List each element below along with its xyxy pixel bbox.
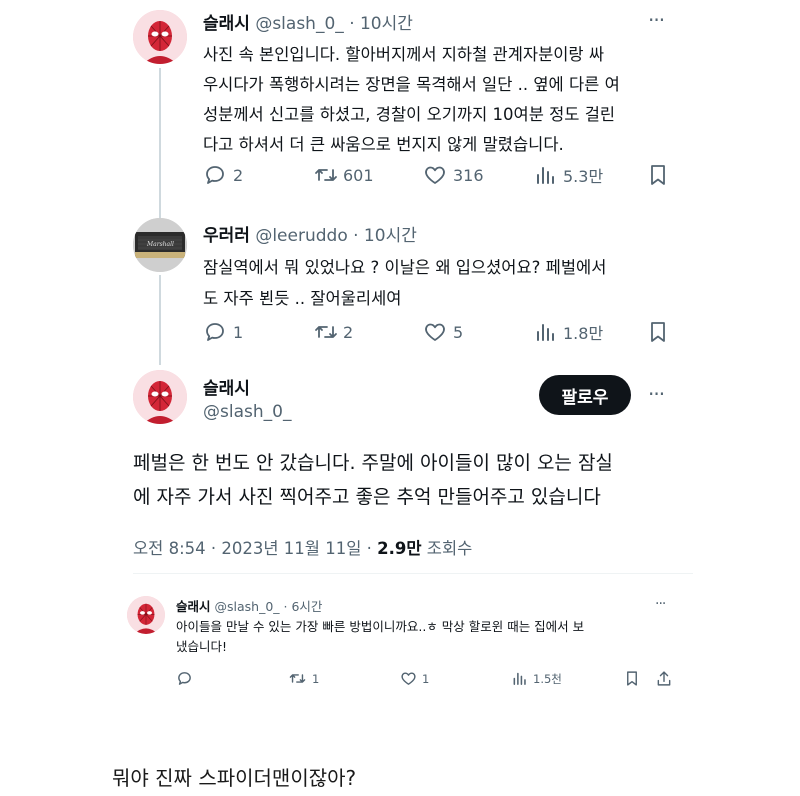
heart-icon [425, 166, 445, 184]
heart-icon [425, 323, 445, 341]
share-button[interactable] [656, 670, 672, 687]
tweet-time[interactable]: · 6시간 [284, 599, 323, 614]
bookmark-icon [627, 671, 637, 686]
more-icon[interactable]: ··· [648, 382, 665, 406]
action-bar: 2 601 316 5.3만 [203, 163, 673, 189]
more-icon[interactable]: ··· [648, 8, 665, 32]
tweet-header: 우러러 @leeruddo · 10시간 [203, 221, 417, 246]
views-button[interactable]: 1.5천 [512, 670, 562, 687]
views-icon [537, 324, 554, 341]
avatar[interactable] [127, 596, 165, 634]
avatar[interactable]: Marshall [133, 218, 187, 272]
tweet-time[interactable]: · 10시간 [349, 14, 413, 34]
tweet-header: 슬래시 @slash_0_ · 6시간 [176, 596, 322, 615]
retweet-count: 1 [312, 671, 320, 686]
tweet-time[interactable]: · 10시간 [353, 226, 417, 246]
more-icon[interactable]: ··· [655, 596, 666, 612]
heart-icon [401, 672, 416, 685]
retweet-button[interactable]: 2 [313, 320, 353, 344]
author-name[interactable]: 슬래시 [176, 599, 211, 614]
views-icon [513, 672, 526, 685]
like-button[interactable]: 1 [400, 670, 429, 687]
views-button[interactable]: 1.8만 [535, 320, 603, 344]
views-icon [537, 167, 554, 184]
tweet-body: 잠실역에서 뭐 있었나요 ? 이날은 왜 입으셨어요? 페벌에서 도 자주 뵌듯… [203, 252, 606, 314]
reply-button[interactable] [176, 670, 193, 687]
spiderman-avatar-icon [133, 370, 187, 424]
author-name[interactable]: 슬래시 [203, 374, 250, 399]
tweet-line: 다고 하셔서 더 큰 싸움으로 번지지 않게 말렸습니다. [203, 135, 564, 154]
reply-button[interactable]: 2 [203, 163, 243, 187]
tweet-header: 슬래시 @slash_0_ · 10시간 [203, 9, 413, 34]
caption: 뭐야 진짜 스파이더맨이잖아? [112, 766, 357, 790]
retweet-button[interactable]: 601 [313, 163, 374, 187]
tweet-timestamp[interactable]: 오전 8:54 · 2023년 11월 11일 · [133, 539, 377, 558]
like-button[interactable]: 316 [423, 163, 484, 187]
reply-button[interactable]: 1 [203, 320, 243, 344]
like-count: 5 [453, 322, 464, 342]
bookmark-button[interactable] [647, 163, 669, 187]
views-count: 1.5천 [533, 671, 562, 686]
svg-text:Marshall: Marshall [146, 241, 174, 248]
view-label: 조회수 [421, 539, 473, 558]
thread-line [159, 275, 161, 365]
tweet-line: 페벌은 한 번도 안 갔습니다. 주말에 아이들이 많이 오는 잠실 [133, 452, 613, 474]
views-count: 5.3만 [563, 167, 604, 186]
author-handle[interactable]: @slash_0_ [215, 599, 280, 614]
like-count: 1 [422, 671, 430, 686]
share-icon [657, 671, 671, 686]
retweet-icon [315, 326, 337, 338]
retweet-button[interactable]: 1 [288, 670, 319, 687]
tweet-body: 아이들을 만날 수 있는 가장 빠른 방법이니까요..ㅎ 막상 할로윈 때는 집… [176, 617, 584, 657]
author-handle[interactable]: @slash_0_ [203, 402, 291, 422]
follow-button[interactable]: 팔로우 [539, 375, 631, 415]
retweet-icon [315, 169, 337, 181]
views-button[interactable]: 5.3만 [535, 163, 603, 187]
tweet-body: 사진 속 본인입니다. 할아버지께서 지하철 관계자분이랑 싸 우시다가 폭행하… [203, 40, 620, 160]
tweet-line: 잠실역에서 뭐 있었나요 ? 이날은 왜 입으셨어요? 페벌에서 [203, 258, 607, 277]
thread-line [159, 68, 161, 218]
bookmark-icon [651, 165, 665, 185]
tweet-meta: 오전 8:54 · 2023년 11월 11일 · 2.9만 조회수 [133, 535, 472, 559]
tweet-line: 성분께서 신고를 하셨고, 경찰이 오기까지 10여분 정도 걸린 [203, 105, 616, 124]
spiderman-avatar-icon [127, 596, 165, 634]
author-name[interactable]: 슬래시 [203, 14, 250, 34]
author-name[interactable]: 우러러 [203, 226, 250, 246]
tweet-line: 사진 속 본인입니다. 할아버지께서 지하철 관계자분이랑 싸 [203, 45, 605, 64]
divider [133, 573, 693, 574]
action-bar: 1 1 1.5천 [176, 670, 676, 688]
reply-count: 1 [233, 322, 244, 342]
tweet-line: 아이들을 만날 수 있는 가장 빠른 방법이니까요..ㅎ 막상 할로윈 때는 집… [176, 619, 585, 634]
like-button[interactable]: 5 [423, 320, 463, 344]
tweet-line: 냈습니다! [176, 639, 228, 654]
reply-icon [206, 323, 224, 341]
retweet-count: 601 [343, 165, 374, 185]
avatar[interactable] [133, 370, 187, 424]
bookmark-button[interactable] [647, 320, 669, 344]
bookmark-button[interactable] [624, 670, 640, 687]
tweet-line: 우시다가 폭행하시려는 장면을 목격해서 일단 .. 옆에 다른 여 [203, 75, 620, 94]
amplifier-avatar-icon: Marshall [133, 218, 187, 272]
tweet-line: 에 자주 가서 사진 찍어주고 좋은 추억 만들어주고 있습니다 [133, 486, 601, 508]
retweet-count: 2 [343, 322, 354, 342]
view-count: 2.9만 [377, 539, 422, 558]
action-bar: 1 2 5 1.8만 [203, 320, 673, 346]
retweet-icon [289, 674, 306, 683]
reply-count: 2 [233, 165, 244, 185]
author-handle[interactable]: @leeruddo [255, 226, 347, 246]
reply-icon [206, 166, 224, 184]
avatar[interactable] [133, 10, 187, 64]
views-count: 1.8만 [563, 324, 604, 343]
author-handle[interactable]: @slash_0_ [255, 14, 343, 34]
tweet-body: 페벌은 한 번도 안 갔습니다. 주말에 아이들이 많이 오는 잠실 에 자주 … [133, 446, 613, 514]
bookmark-icon [651, 322, 665, 342]
reply-icon [178, 672, 191, 685]
like-count: 316 [453, 165, 484, 185]
spiderman-avatar-icon [133, 10, 187, 64]
tweet-line: 도 자주 뵌듯 .. 잘어울리세여 [203, 289, 402, 308]
